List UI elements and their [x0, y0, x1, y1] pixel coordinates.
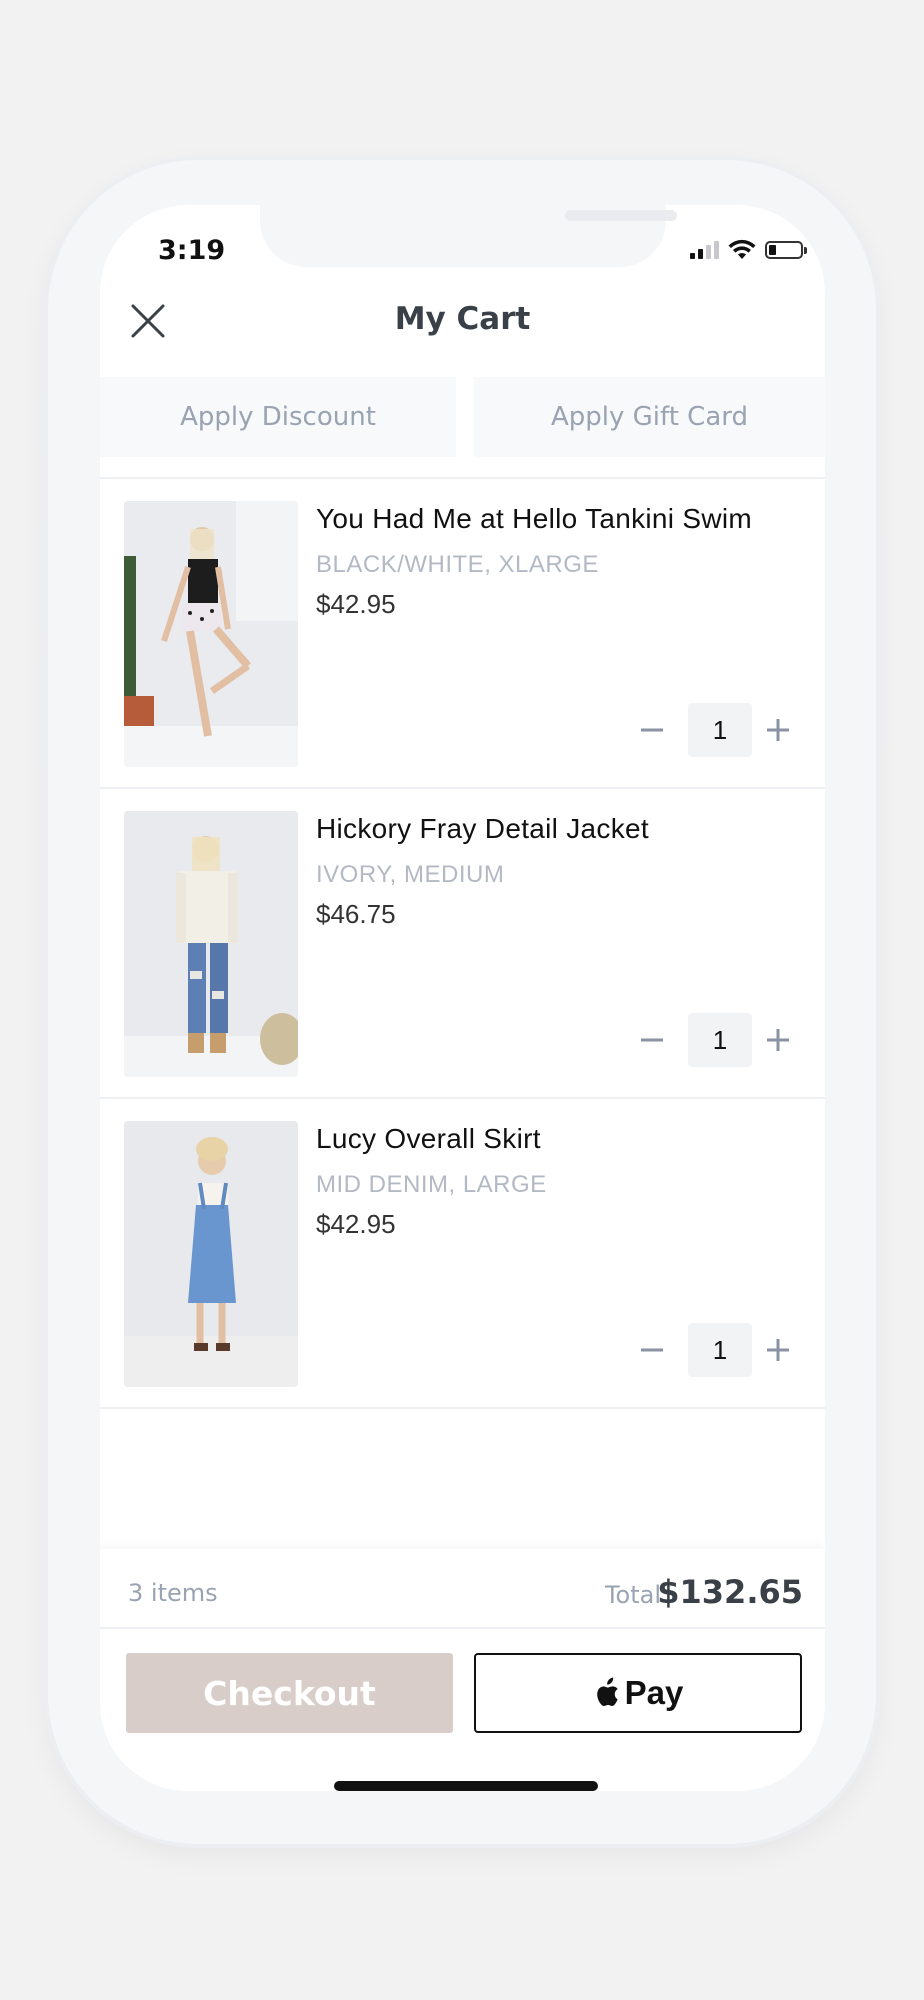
volume-down-button [40, 660, 46, 770]
plus-icon [767, 719, 789, 741]
cart-footer: 3 items Total $132.65 Checkout Pay [100, 1549, 825, 1791]
speaker-grille [565, 210, 677, 221]
decrease-quantity-button[interactable] [625, 1013, 679, 1067]
product-image-tankini[interactable] [124, 501, 298, 767]
apple-pay-button[interactable]: Pay [474, 1653, 802, 1733]
quantity-value: 1 [688, 1323, 752, 1377]
cart-item: Lucy Overall Skirt MID DENIM, LARGE $42.… [100, 1099, 825, 1407]
minus-icon [641, 1038, 663, 1042]
volume-up-button [40, 520, 46, 630]
cart-item: You Had Me at Hello Tankini Swim BLACK/W… [100, 479, 825, 787]
apple-pay-label: Pay [624, 1674, 684, 1711]
home-indicator[interactable] [334, 1781, 598, 1791]
quantity-stepper: 1 [625, 1013, 805, 1067]
minus-icon [641, 1348, 663, 1352]
status-icons [690, 237, 807, 263]
increase-quantity-button[interactable] [751, 703, 805, 757]
notch [260, 205, 677, 267]
divider [100, 1407, 825, 1409]
decrease-quantity-button[interactable] [625, 703, 679, 757]
page-title: My Cart [394, 301, 531, 337]
apply-actions: Apply Discount Apply Gift Card [100, 377, 825, 457]
mute-switch [40, 395, 46, 455]
item-price: $42.95 [316, 1209, 396, 1239]
item-name[interactable]: Lucy Overall Skirt [316, 1123, 541, 1155]
total-label: Total [604, 1581, 661, 1609]
item-name[interactable]: You Had Me at Hello Tankini Swim [316, 503, 752, 535]
decrease-quantity-button[interactable] [625, 1323, 679, 1377]
checkout-button[interactable]: Checkout [126, 1653, 453, 1733]
divider [100, 1627, 825, 1629]
quantity-value: 1 [688, 703, 752, 757]
increase-quantity-button[interactable] [751, 1323, 805, 1377]
battery-icon [765, 241, 807, 259]
apply-gift-card-button[interactable]: Apply Gift Card [474, 377, 825, 457]
apply-discount-button[interactable]: Apply Discount [100, 377, 456, 457]
wifi-icon [728, 239, 756, 259]
product-image-overall-skirt[interactable] [124, 1121, 298, 1387]
item-variant: IVORY, MEDIUM [316, 861, 505, 888]
total-value: $132.65 [657, 1573, 803, 1611]
cellular-signal-icon [690, 241, 719, 259]
item-name[interactable]: Hickory Fray Detail Jacket [316, 813, 649, 845]
item-count: 3 items [128, 1579, 218, 1607]
plus-icon [767, 1029, 789, 1051]
quantity-value: 1 [688, 1013, 752, 1067]
status-time: 3:19 [158, 235, 226, 266]
item-price: $46.75 [316, 899, 396, 929]
minus-icon [641, 728, 663, 732]
quantity-stepper: 1 [625, 703, 805, 757]
item-variant: BLACK/WHITE, XLARGE [316, 551, 599, 578]
item-variant: MID DENIM, LARGE [316, 1171, 547, 1198]
app-screen: 3:19 My Cart Apply Discount Apply Gift C… [100, 205, 825, 1791]
cart-item: Hickory Fray Detail Jacket IVORY, MEDIUM… [100, 789, 825, 1097]
power-button [878, 535, 884, 750]
quantity-stepper: 1 [625, 1323, 805, 1377]
item-price: $42.95 [316, 589, 396, 619]
plus-icon [767, 1339, 789, 1361]
increase-quantity-button[interactable] [751, 1013, 805, 1067]
apple-logo-icon [596, 1677, 618, 1707]
product-image-jacket[interactable] [124, 811, 298, 1077]
